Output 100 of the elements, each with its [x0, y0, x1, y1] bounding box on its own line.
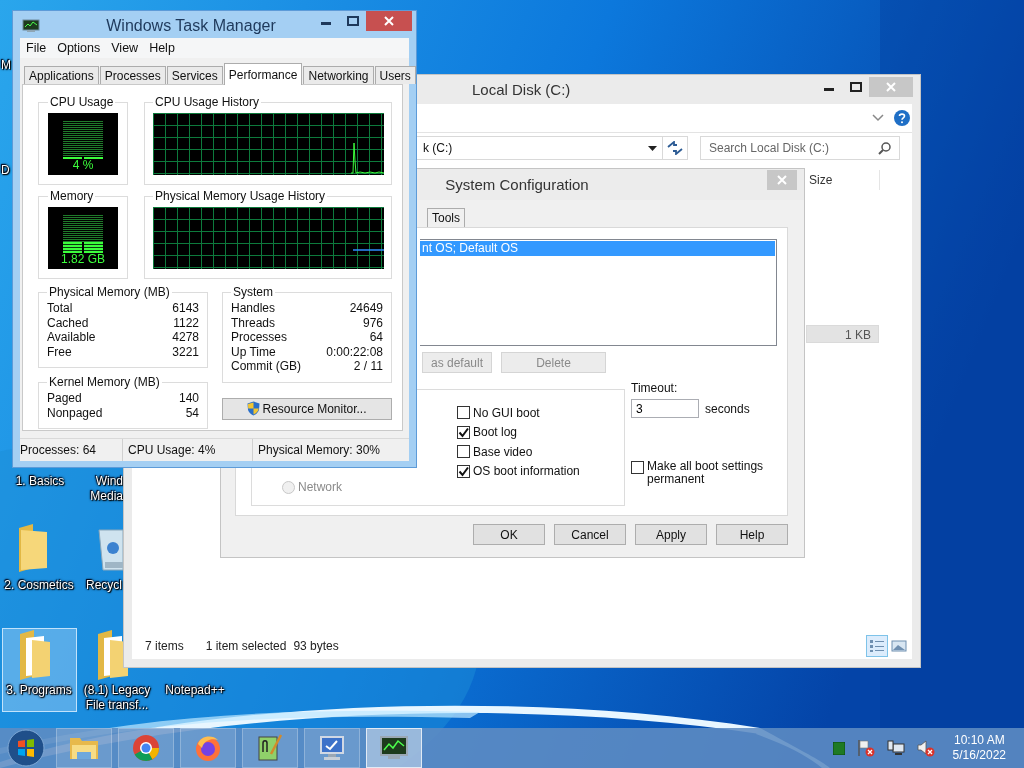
tab[interactable]: Applications — [24, 66, 99, 84]
search-field[interactable]: Search Local Disk (C:) — [700, 136, 900, 160]
refresh-button[interactable] — [662, 136, 688, 160]
maximize-icon — [849, 82, 862, 92]
meter-reading: 4 % — [72, 159, 94, 172]
dialog-button[interactable]: OK — [473, 524, 545, 545]
checkbox-label: Base video — [473, 444, 533, 459]
checkbox[interactable] — [631, 461, 644, 474]
window-title: Local Disk (C:) — [472, 80, 571, 98]
fox-icon — [194, 734, 222, 762]
dialog-button[interactable]: Cancel — [554, 524, 626, 545]
desktop-icon-label[interactable]: Notepad++ — [158, 683, 232, 698]
chevron-icon[interactable] — [872, 114, 884, 122]
shield-icon — [247, 401, 261, 416]
tab[interactable]: Tools — [427, 208, 465, 227]
size-cell[interactable]: 1 KB — [806, 325, 879, 343]
desktop-icon-label[interactable]: (8.1) Legacy File transf... — [80, 683, 154, 713]
timeout-field[interactable]: 3 — [631, 399, 699, 418]
tab[interactable]: Networking — [303, 66, 374, 84]
checkbox[interactable] — [457, 406, 470, 420]
seconds-label: seconds — [705, 401, 750, 416]
refresh-icon — [667, 141, 683, 155]
clock-time[interactable]: 10:10 AM — [953, 733, 1005, 748]
dropdown-icon[interactable] — [648, 145, 657, 151]
stat-label: Up Time — [231, 344, 276, 359]
picture-icon — [891, 639, 907, 653]
stat-label: Available — [47, 330, 96, 345]
status-text: 7 items — [145, 639, 184, 653]
window-title: System Configuration — [444, 175, 590, 193]
dialog-button[interactable]: Apply — [635, 524, 707, 545]
menu-item[interactable]: Help — [144, 41, 180, 55]
taskbar-button[interactable] — [366, 728, 422, 768]
stat-value: 4278 — [172, 330, 199, 345]
tab[interactable]: Users — [374, 66, 416, 84]
notepad-icon — [257, 734, 283, 762]
details-view-button[interactable] — [866, 635, 888, 657]
stat-label: Nonpaged — [47, 405, 103, 420]
tab[interactable]: Performance — [223, 63, 303, 85]
status-text: 1 item selected — [205, 639, 287, 653]
group-title: Physical Memory Usage History — [154, 189, 327, 203]
tab[interactable]: Processes — [99, 66, 166, 84]
group-title: Physical Memory (MB) — [48, 285, 171, 299]
status-text: CPU Usage: 4% — [123, 439, 253, 461]
checkbox-label: Make all boot settings permanent — [647, 460, 765, 486]
meter-reading: 1.82 GB — [61, 253, 105, 266]
checkbox-label: OS boot information — [473, 464, 580, 479]
stat-value: 54 — [185, 405, 199, 420]
column-header[interactable]: Size — [806, 170, 880, 190]
flag-icon[interactable] — [856, 739, 875, 757]
stat-value: 64 — [369, 330, 383, 345]
close-icon — [777, 175, 787, 185]
group-title: Memory — [49, 189, 95, 203]
checkbox[interactable] — [457, 425, 470, 439]
stat-label: Total — [47, 301, 73, 316]
search-icon — [878, 142, 891, 155]
stat-label: Processes — [231, 330, 288, 345]
stat-label: Handles — [231, 301, 276, 316]
monitor-icon — [318, 734, 346, 762]
details-icon — [869, 639, 885, 653]
menu-item[interactable]: View — [106, 41, 144, 55]
stat-value: 3221 — [172, 344, 199, 359]
resource-monitor-button[interactable]: Resource Monitor... — [222, 397, 392, 420]
network-icon[interactable] — [886, 739, 905, 757]
maximize-icon — [346, 16, 359, 26]
stat-value: 0:00:22:08 — [326, 344, 383, 359]
stat-value: 140 — [178, 391, 199, 406]
group-title: System — [232, 285, 274, 299]
recycle-bin-icon[interactable] — [97, 526, 123, 572]
radio-label: Network — [298, 480, 342, 495]
group-title: CPU Usage History — [154, 95, 261, 109]
window-title: Windows Task Manager — [105, 16, 277, 35]
close-button[interactable] — [366, 11, 412, 31]
close-icon — [886, 82, 896, 92]
chart-monitor-icon — [379, 735, 409, 761]
checkbox-label: Boot log — [473, 425, 518, 440]
menu-item[interactable]: File — [21, 41, 52, 55]
checkbox-label: No GUI boot — [473, 405, 540, 420]
start-button[interactable] — [4, 728, 48, 768]
stat-label: Commit (GB) — [231, 359, 301, 374]
clock-date[interactable]: 5/16/2022 — [952, 748, 1006, 763]
stat-label: Cached — [47, 315, 89, 330]
status-text: Processes: 64 — [20, 439, 123, 461]
status-text: 93 bytes — [293, 639, 339, 653]
close-icon — [384, 16, 394, 26]
speaker-icon[interactable] — [916, 739, 935, 757]
stat-label: Free — [47, 344, 72, 359]
stat-value: 976 — [362, 315, 383, 330]
menu-item[interactable]: Options — [52, 41, 106, 55]
chart-monitor-icon — [22, 19, 40, 33]
meter-fill — [63, 242, 103, 253]
stat-value: 2 / 11 — [353, 359, 383, 374]
tab[interactable]: Services — [166, 66, 223, 84]
checkbox[interactable] — [457, 445, 470, 459]
dialog-button[interactable]: Help — [716, 524, 788, 545]
stat-value: 6143 — [172, 301, 199, 316]
stat-value: 1122 — [173, 315, 199, 330]
help-icon[interactable] — [894, 110, 910, 126]
stat-value: 24649 — [349, 301, 383, 316]
stat-label: Paged — [47, 391, 82, 406]
checkbox[interactable] — [457, 464, 470, 478]
